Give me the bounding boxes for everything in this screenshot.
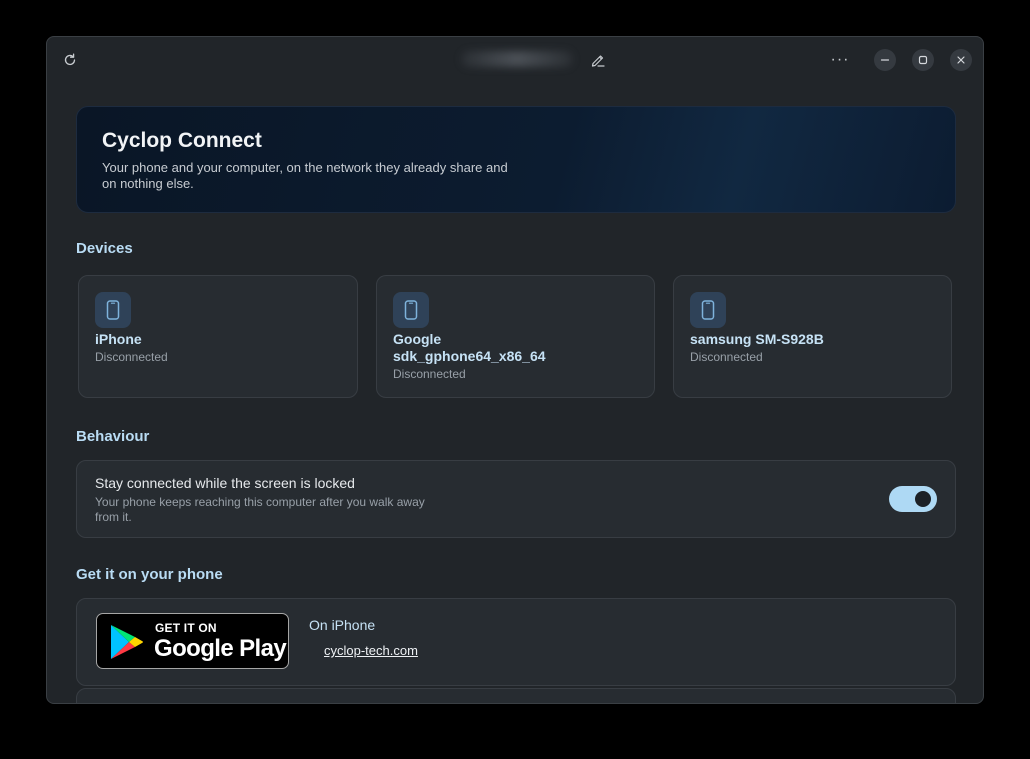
device-card-samsung[interactable]: samsung SM-S928B Disconnected — [673, 275, 952, 398]
device-card-iphone[interactable]: iPhone Disconnected — [78, 275, 358, 398]
edit-icon[interactable] — [589, 51, 607, 69]
maximize-icon — [918, 55, 928, 65]
phone-icon — [393, 292, 429, 328]
minimize-button[interactable] — [874, 49, 896, 71]
setting-description: Your phone keeps reaching this computer … — [95, 495, 425, 524]
title-bar: ··· — [47, 37, 983, 83]
device-status: Disconnected — [95, 350, 168, 364]
iphone-label: On iPhone — [309, 617, 376, 633]
more-options-button[interactable]: ··· — [829, 51, 851, 69]
device-card-google-sdk[interactable]: Google sdk_gphone64_x86_64 Disconnected — [376, 275, 655, 398]
device-name: Google sdk_gphone64_x86_64 — [393, 331, 546, 364]
minimize-icon — [880, 59, 890, 61]
get-app-heading: Get it on your phone — [76, 566, 223, 583]
stay-connected-setting: Stay connected while the screen is locke… — [76, 460, 956, 538]
device-name: iPhone — [95, 331, 142, 347]
hero-banner: Cyclop Connect Your phone and your compu… — [76, 106, 956, 213]
device-status: Disconnected — [393, 367, 466, 381]
toggle-knob — [915, 491, 931, 507]
phone-icon — [690, 292, 726, 328]
device-status: Disconnected — [690, 350, 763, 364]
next-card — [76, 688, 956, 703]
badge-caption: GET IT ON — [155, 621, 217, 635]
window-title-blurred — [461, 51, 573, 67]
app-subtitle: Your phone and your computer, on the net… — [102, 160, 508, 191]
phone-icon — [95, 292, 131, 328]
google-play-icon — [111, 625, 143, 659]
refresh-icon[interactable] — [61, 51, 79, 69]
website-link[interactable]: cyclop-tech.com — [324, 643, 418, 658]
setting-title: Stay connected while the screen is locke… — [95, 475, 355, 491]
close-icon — [957, 56, 965, 64]
badge-store-name: Google Play — [154, 635, 287, 662]
app-window: ··· Cyclop Connect Your phone and your c… — [46, 36, 984, 704]
app-title: Cyclop Connect — [102, 129, 262, 152]
get-app-card: GET IT ON Google Play On iPhone cyclop-t… — [76, 598, 956, 686]
maximize-button[interactable] — [912, 49, 934, 71]
devices-heading: Devices — [76, 240, 133, 257]
stay-connected-toggle[interactable] — [889, 486, 937, 512]
google-play-badge[interactable]: GET IT ON Google Play — [96, 613, 289, 669]
device-name: samsung SM-S928B — [690, 331, 824, 347]
behaviour-heading: Behaviour — [76, 428, 150, 445]
close-button[interactable] — [950, 49, 972, 71]
